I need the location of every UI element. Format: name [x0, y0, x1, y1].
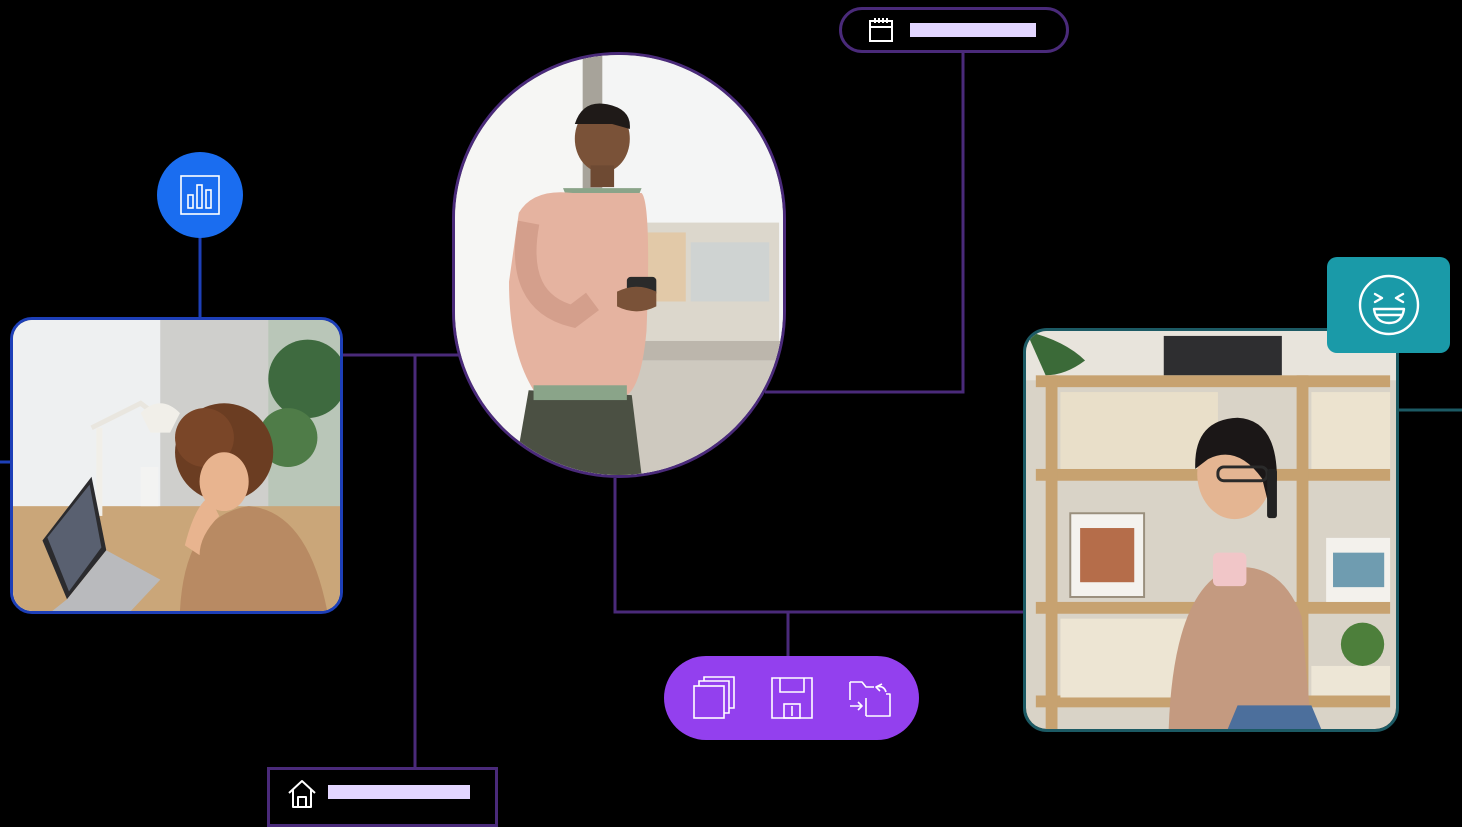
calendar-icon	[869, 18, 893, 42]
photo-man-smartphone	[452, 52, 786, 478]
bar-chart-icon	[180, 175, 220, 215]
folder-sync-icon	[848, 681, 891, 717]
chart-badge[interactable]	[157, 152, 243, 238]
connector-center-to-right	[613, 478, 1025, 614]
calendar-label-placeholder	[910, 23, 1036, 37]
save-disk-icon	[770, 677, 813, 719]
copy-pages-icon	[692, 676, 735, 719]
home-tag[interactable]	[267, 767, 498, 827]
action-toolbar	[664, 656, 919, 740]
home-label-placeholder	[328, 785, 470, 799]
copy-button[interactable]	[692, 676, 736, 720]
laughing-face-icon	[1358, 274, 1419, 336]
photo-woman-phone-bookshelf	[1023, 328, 1399, 732]
save-button[interactable]	[770, 676, 814, 720]
sync-folder-button[interactable]	[848, 676, 892, 720]
photo-woman-video-call	[10, 317, 343, 614]
network-illustration	[0, 0, 1462, 827]
connector-center-to-calendar	[765, 52, 965, 394]
calendar-pill[interactable]	[839, 7, 1069, 53]
home-icon	[288, 780, 316, 808]
emoji-badge[interactable]	[1327, 257, 1450, 353]
